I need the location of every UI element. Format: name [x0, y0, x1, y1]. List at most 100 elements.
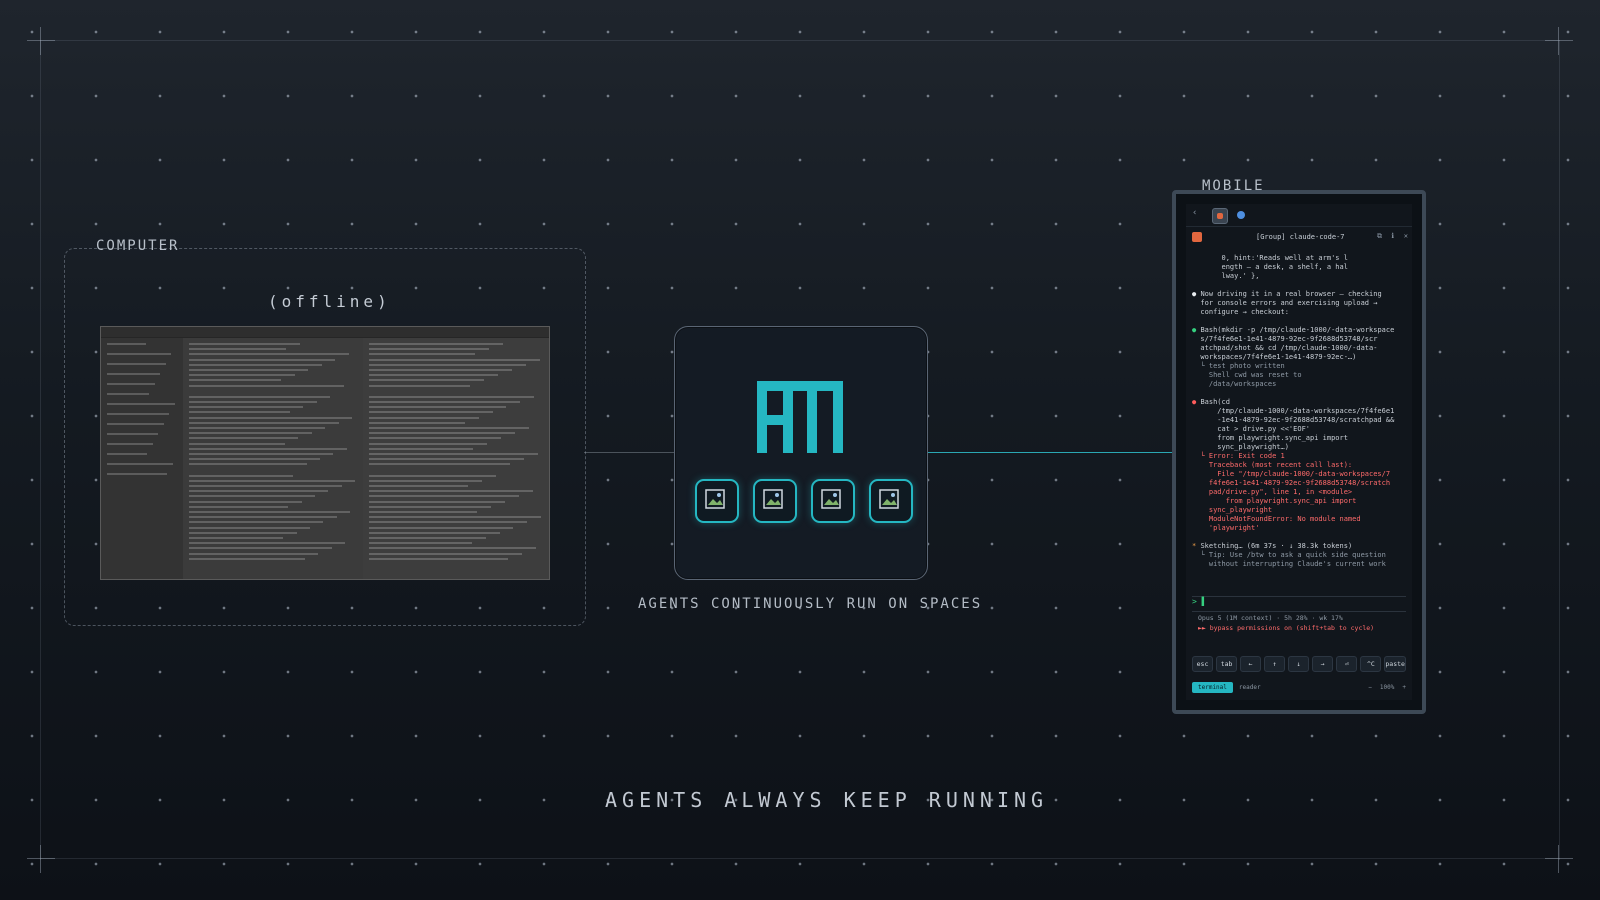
zoom-level: 100%	[1379, 683, 1395, 691]
terminal-line: └ Error: Exit code 1	[1192, 452, 1285, 460]
screen-text-line	[369, 526, 514, 529]
frame-left-line	[40, 40, 41, 860]
frame-right-line	[1559, 40, 1560, 860]
screen-text-line	[189, 363, 322, 366]
terminal-line: f4fe6e1-1e41-4879-92ec-9f2688d53748/scra…	[1192, 479, 1391, 487]
key-button[interactable]: esc	[1192, 656, 1214, 672]
screen-text-line	[369, 500, 505, 503]
key-button[interactable]: ↓	[1288, 656, 1310, 672]
mobile-device: ‹ [Group] claude-code-7 ⧉ ℹ ✕ 0, hint:'R…	[1172, 190, 1426, 714]
screen-text-line	[369, 495, 519, 498]
agent-slot[interactable]	[811, 479, 855, 523]
screen-text-line	[107, 353, 172, 355]
key-button[interactable]: →	[1312, 656, 1334, 672]
screen-text-line	[189, 458, 321, 461]
key-button[interactable]: ⏎	[1336, 656, 1358, 672]
session-titlebar: [Group] claude-code-7 ⧉ ℹ ✕	[1186, 230, 1412, 246]
screen-text-line	[369, 542, 472, 545]
prompt-line[interactable]: > ▌	[1192, 596, 1406, 612]
session-tab-icon[interactable]	[1212, 208, 1228, 224]
screen-text-line	[369, 401, 521, 403]
bottom-caption: AGENTS ALWAYS KEEP RUNNING	[605, 788, 1049, 812]
screen-text-line	[189, 453, 334, 455]
spaces-hub	[674, 326, 928, 580]
image-placeholder-icon	[879, 489, 899, 509]
info-icon[interactable]: ℹ	[1391, 232, 1394, 240]
screen-text-line	[189, 421, 339, 424]
terminal-line: Shell cwd was reset to	[1192, 371, 1302, 379]
screen-text-line	[369, 406, 507, 409]
terminal-line: Bash(cd	[1192, 398, 1406, 407]
prompt-text: > ▌	[1192, 597, 1207, 606]
hub-caption: AGENTS CONTINUOUSLY RUN ON SPACES	[638, 596, 983, 612]
screen-text-line	[189, 369, 309, 371]
bypass-line: ►► bypass permissions on (shift+tab to c…	[1198, 624, 1375, 632]
screen-text-line	[107, 383, 155, 385]
terminal-line: 0, hint:'Reads well at arm's l	[1192, 254, 1348, 262]
terminal-line: Sketching… (6m 37s · ↓ 38.3k tokens)	[1192, 542, 1406, 551]
screen-text-line	[189, 427, 326, 429]
screen-text-line	[369, 384, 470, 387]
terminal-line: /tmp/claude-1000/-data-workspaces/7f4fe6…	[1192, 407, 1395, 415]
back-icon[interactable]: ‹	[1192, 208, 1197, 218]
key-button[interactable]: ←	[1240, 656, 1262, 672]
screen-text-line	[369, 521, 528, 524]
screen-text-line	[369, 490, 533, 493]
frame-bottom-line	[40, 858, 1560, 859]
terminal-line: workspaces/7f4fe6e1-1e41-4879-92ec-…)	[1192, 353, 1357, 361]
screen-text-line	[369, 552, 523, 555]
terminal-line: └ Tip: Use /btw to ask a quick side ques…	[1192, 551, 1386, 559]
tab-reader[interactable]: reader	[1239, 684, 1261, 691]
screen-text-line	[369, 416, 479, 419]
computer-screen-thumbnail[interactable]	[100, 326, 550, 580]
screen-text-line	[107, 443, 153, 445]
screen-text-line	[189, 384, 344, 387]
frame-top-line	[40, 40, 1560, 41]
zoom-out-button[interactable]: −	[1368, 684, 1372, 691]
key-button[interactable]: tab	[1216, 656, 1238, 672]
screen-text-line	[369, 505, 491, 508]
screen-text-line	[107, 453, 147, 455]
link-icon[interactable]: ⧉	[1377, 232, 1382, 241]
computer-label: COMPUTER	[96, 238, 180, 254]
spaces-logo-icon	[757, 381, 843, 453]
agent-slot[interactable]	[695, 479, 739, 523]
terminal-line: -1e41-4879-92ec-9f2688d53748/scratchpad …	[1192, 416, 1395, 424]
screen-text-line	[107, 393, 149, 395]
agent-slot[interactable]	[869, 479, 913, 523]
screen-text-line	[369, 358, 540, 361]
key-button[interactable]: ↑	[1264, 656, 1286, 672]
screen-text-line	[107, 343, 146, 345]
globe-icon[interactable]	[1234, 208, 1248, 222]
key-button[interactable]: ^C	[1360, 656, 1382, 672]
terminal-line: sync_playwright	[1192, 506, 1273, 514]
screen-text-line	[189, 374, 295, 377]
screen-text-line	[189, 531, 297, 534]
claude-icon	[1192, 232, 1202, 242]
connector-hub-mobile	[926, 452, 1172, 453]
screen-text-line	[369, 516, 542, 519]
screen-text-line	[189, 437, 299, 440]
screen-text-line	[189, 474, 294, 477]
screen-text-line	[189, 490, 329, 493]
terminal-line: ength — a desk, a shelf, a hal	[1192, 263, 1348, 271]
key-button[interactable]: paste	[1384, 656, 1406, 672]
screen-text-line	[189, 537, 284, 539]
corner-mark	[27, 845, 55, 873]
screen-text-line	[369, 557, 509, 560]
corner-mark	[1545, 27, 1573, 55]
screen-text-line	[369, 447, 474, 450]
agent-slot[interactable]	[753, 479, 797, 523]
close-icon[interactable]: ✕	[1404, 232, 1408, 240]
tab-terminal[interactable]: terminal	[1192, 681, 1233, 693]
screen-text-line	[369, 547, 537, 550]
screen-text-line	[189, 348, 287, 351]
terminal-output: 0, hint:'Reads well at arm's l ength — a…	[1192, 254, 1406, 569]
screen-text-line	[189, 552, 319, 555]
screen-text-line	[189, 411, 290, 414]
zoom-in-button[interactable]: +	[1402, 684, 1406, 691]
screen-text-line	[189, 516, 337, 519]
screen-text-line	[189, 495, 315, 498]
connector-computer-hub	[584, 452, 674, 453]
screen-text-line	[189, 401, 317, 403]
